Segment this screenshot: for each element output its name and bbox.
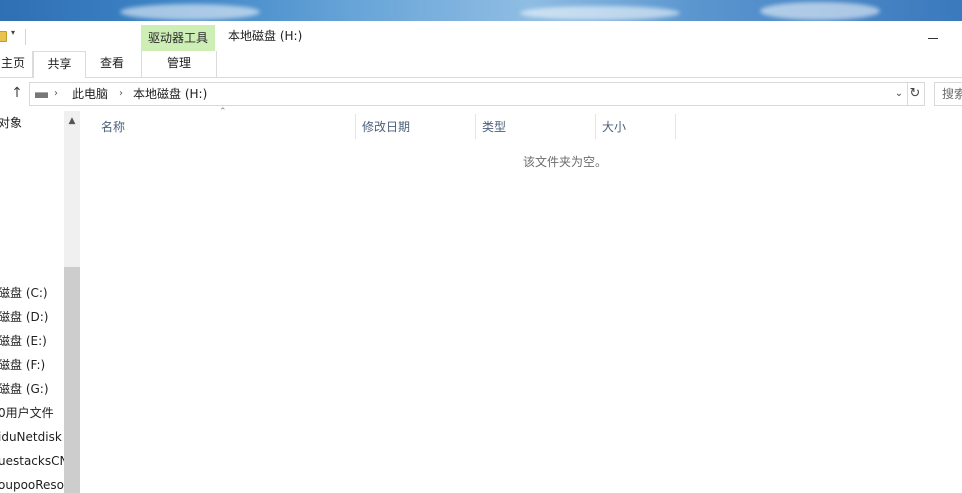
tab-home[interactable]: 主页 bbox=[0, 51, 33, 77]
nav-item-user-files[interactable]: 0用户文件 bbox=[0, 401, 54, 425]
tab-share[interactable]: 共享 bbox=[33, 51, 86, 78]
nav-item-drive-g[interactable]: 磁盘 (G:) bbox=[0, 377, 49, 401]
column-divider[interactable] bbox=[675, 114, 676, 139]
drive-icon bbox=[35, 92, 48, 98]
scroll-up-icon[interactable]: ▲ bbox=[64, 113, 80, 129]
column-header-date-modified[interactable]: 修改日期 bbox=[355, 115, 474, 139]
breadcrumb-this-pc[interactable]: 此电脑 bbox=[72, 83, 108, 105]
drive-tools-context-tab: 驱动器工具 bbox=[141, 25, 215, 51]
tab-view[interactable]: 查看 bbox=[86, 51, 138, 77]
folder-icon[interactable] bbox=[0, 31, 7, 42]
navigation-bar: ↑ › 此电脑 › 本地磁盘 (H:) ⌄ ↻ 搜索 bbox=[0, 82, 962, 106]
nav-item-drive-f[interactable]: 磁盘 (F:) bbox=[0, 353, 45, 377]
title-separator bbox=[25, 29, 26, 45]
address-bar[interactable]: › 此电脑 › 本地磁盘 (H:) ⌄ bbox=[29, 82, 908, 106]
breadcrumb-local-disk-h[interactable]: 本地磁盘 (H:) bbox=[133, 83, 207, 105]
quick-access-dropdown-icon[interactable]: ▾ bbox=[11, 28, 15, 37]
nav-item-baidu-netdisk[interactable]: iduNetdisk bbox=[0, 425, 62, 449]
nav-item-drive-c[interactable]: 磁盘 (C:) bbox=[0, 281, 48, 305]
column-header-name[interactable]: 名称 bbox=[94, 115, 355, 139]
breadcrumb-separator-icon[interactable]: › bbox=[54, 83, 58, 105]
ribbon-tabs: 主页 共享 查看 管理 bbox=[0, 51, 962, 78]
window-title: 本地磁盘 (H:) bbox=[228, 29, 303, 43]
minimize-icon bbox=[928, 38, 938, 39]
nav-item-3d-objects[interactable]: 对象 bbox=[0, 111, 22, 135]
address-dropdown-icon[interactable]: ⌄ bbox=[892, 83, 906, 105]
file-explorer-window: ▾ 驱动器工具 本地磁盘 (H:) 主页 共享 查看 管理 ↑ › 此电脑 › … bbox=[0, 21, 962, 493]
empty-folder-message: 该文件夹为空。 bbox=[523, 155, 608, 169]
column-header-type[interactable]: 类型 bbox=[475, 115, 594, 139]
column-header-size[interactable]: 大小 bbox=[595, 115, 675, 139]
nav-item-drive-d[interactable]: 磁盘 (D:) bbox=[0, 305, 48, 329]
desktop-background bbox=[0, 0, 962, 21]
breadcrumb-separator-icon[interactable]: › bbox=[119, 83, 123, 105]
search-input[interactable]: 搜索 bbox=[934, 82, 962, 106]
file-list: ⌃ 名称 修改日期 类型 大小 该文件夹为空。 bbox=[80, 107, 962, 493]
minimize-button[interactable] bbox=[918, 25, 950, 49]
nav-item-bluestacks[interactable]: uestacksCN bbox=[0, 449, 68, 473]
up-arrow-icon[interactable]: ↑ bbox=[8, 83, 26, 103]
nav-item-kupoo[interactable]: oupooReso bbox=[0, 473, 64, 493]
nav-item-drive-e[interactable]: 磁盘 (E:) bbox=[0, 329, 47, 353]
title-bar: ▾ 驱动器工具 本地磁盘 (H:) bbox=[0, 21, 962, 51]
scrollbar-thumb[interactable] bbox=[64, 267, 80, 493]
tab-manage[interactable]: 管理 bbox=[141, 51, 217, 77]
refresh-icon[interactable]: ↻ bbox=[906, 82, 925, 106]
